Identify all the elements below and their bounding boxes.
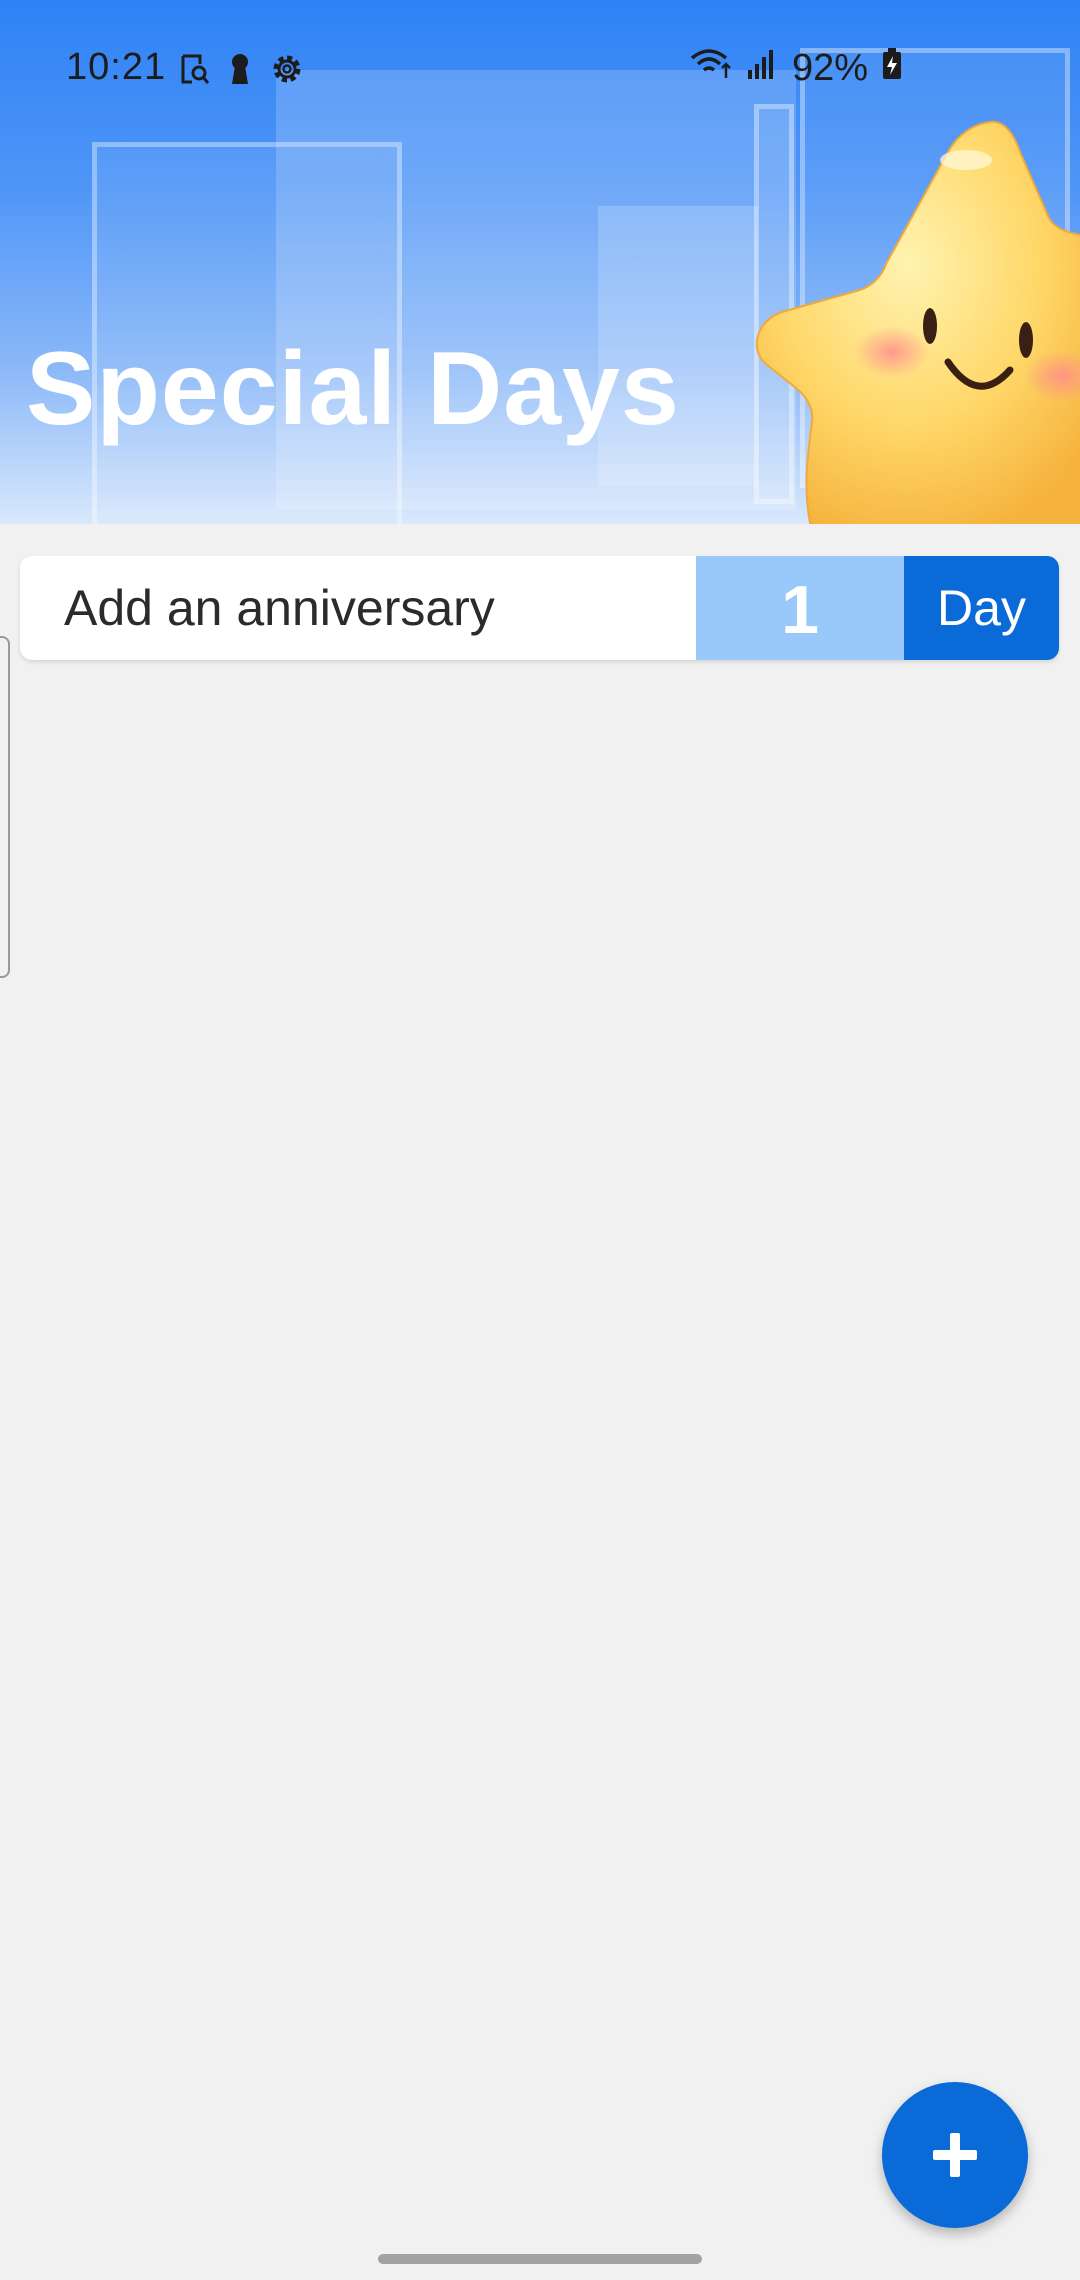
add-anniversary-label: Add an anniversary [64, 580, 495, 636]
status-icons-left [180, 52, 304, 96]
wifi-icon [690, 46, 732, 90]
edge-panel-handle[interactable] [0, 636, 10, 978]
add-button[interactable] [882, 2082, 1028, 2228]
signal-icon [746, 47, 778, 90]
status-bar: 10:21 92% [0, 0, 1080, 140]
anniversary-card[interactable]: Add an anniversary 1 Day [20, 556, 1059, 660]
battery-charging-icon [882, 47, 902, 90]
day-count: 1 [696, 556, 904, 660]
keyhole-icon [228, 52, 252, 96]
status-icons-right: 92% [690, 46, 902, 90]
star-mascot-illustration [755, 120, 1080, 524]
day-unit-label: Day [904, 556, 1059, 660]
plus-icon [933, 2133, 977, 2177]
settings-icon [270, 52, 304, 96]
screenshot-icon [180, 52, 210, 96]
battery-percentage: 92% [791, 46, 868, 89]
page-title: Special Days [26, 331, 680, 447]
home-gesture-bar[interactable] [378, 2254, 702, 2264]
star-mascot [752, 112, 1080, 524]
status-time: 10:21 [66, 46, 167, 88]
